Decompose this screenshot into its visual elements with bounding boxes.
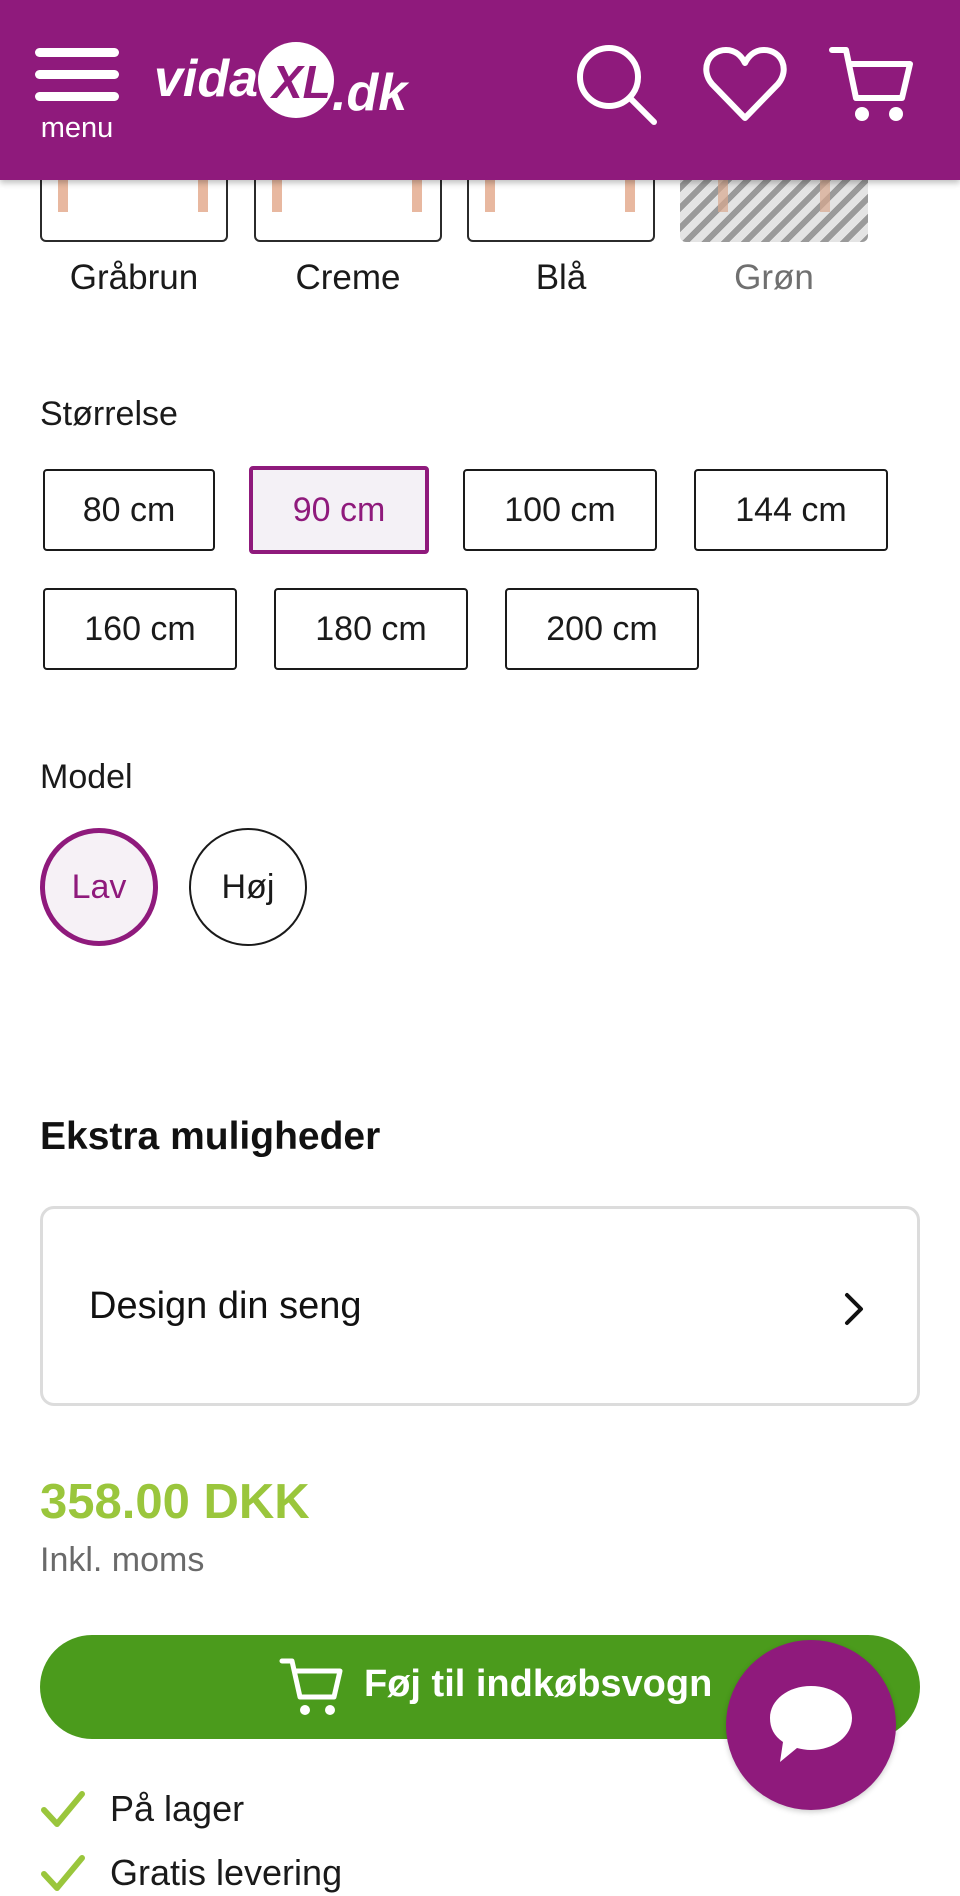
vidaxl-logo[interactable]: vida XL .dk [152,30,432,130]
size-option-100[interactable]: 100 cm [463,469,657,551]
cart-icon[interactable] [826,40,916,130]
checkmark-icon [41,1855,85,1891]
menu-button[interactable]: menu [32,42,122,144]
logo-text-x: XL [269,56,331,108]
design-bed-label: Design din seng [89,1285,362,1327]
top-header: menu vida XL .dk [0,0,960,180]
menu-label: menu [40,112,114,144]
design-bed-card[interactable]: Design din seng [40,1206,920,1406]
swatch-label: Grøn [734,258,814,297]
model-label: Model [40,758,133,796]
size-option-80[interactable]: 80 cm [43,469,215,551]
add-to-cart-label: Føj til indkøbsvogn [364,1663,713,1705]
hamburger-icon [35,48,119,57]
swatch-label: Gråbrun [69,258,199,297]
chevron-right-icon [845,1293,863,1325]
swatch-label: Creme [295,258,401,297]
usp-text: På lager [110,1788,245,1829]
usp-text: Gratis levering [110,1852,343,1893]
size-option-180[interactable]: 180 cm [274,588,468,670]
model-option-lav[interactable]: Lav [40,828,158,946]
product-price: 358.00 DKK [40,1475,310,1529]
logo-text-main: vida [154,50,258,108]
logo-text-tld: .dk [332,64,410,122]
search-icon[interactable] [572,40,662,130]
size-option-90[interactable]: 90 cm [249,466,429,554]
model-option-hoj[interactable]: Høj [189,828,307,946]
vat-note: Inkl. moms [40,1541,205,1579]
hamburger-icon-bar [35,92,119,101]
checkmark-icon [41,1791,85,1827]
extras-title: Ekstra muligheder [40,1115,381,1158]
cart-icon [279,1658,343,1715]
chat-bubble-icon [770,1686,852,1762]
size-option-144[interactable]: 144 cm [694,469,888,551]
hamburger-icon-bar [35,70,119,79]
size-option-200[interactable]: 200 cm [505,588,699,670]
heart-icon[interactable] [700,40,790,130]
chat-button[interactable] [726,1640,896,1810]
swatch-label: Blå [535,258,587,297]
size-label: Størrelse [40,395,178,433]
size-option-160[interactable]: 160 cm [43,588,237,670]
